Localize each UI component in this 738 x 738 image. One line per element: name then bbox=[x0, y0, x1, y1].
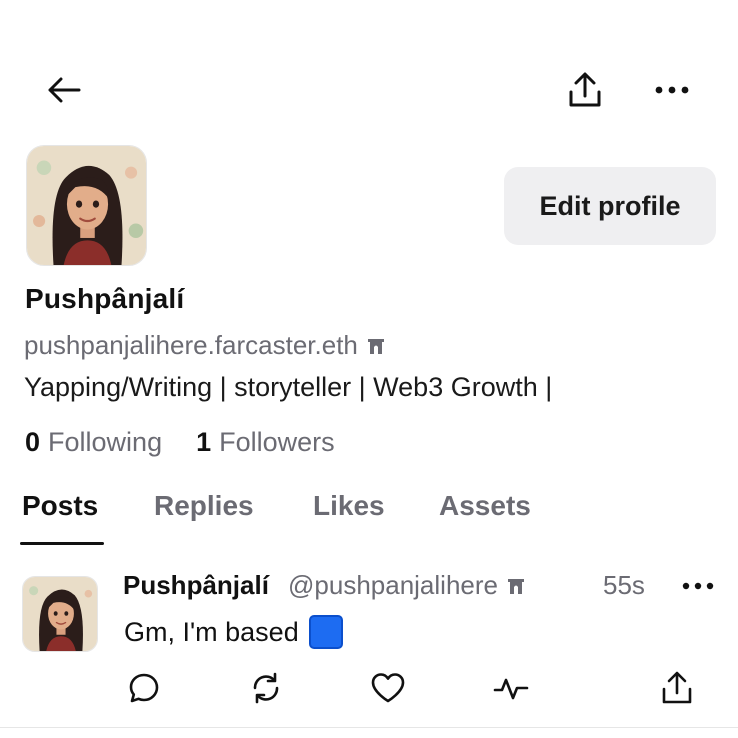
following-stat[interactable]: 0 Following bbox=[25, 427, 162, 458]
profile-tabs: Posts Replies Likes Assets bbox=[0, 490, 738, 550]
share-icon bbox=[661, 671, 693, 705]
back-button[interactable] bbox=[40, 70, 88, 110]
followers-label: Followers bbox=[219, 427, 335, 457]
tab-likes[interactable]: Likes bbox=[313, 490, 385, 522]
tab-replies[interactable]: Replies bbox=[154, 490, 254, 522]
post-author-name[interactable]: Pushpânjalí bbox=[123, 570, 269, 601]
share-profile-button[interactable] bbox=[562, 68, 608, 112]
profile-bio: Yapping/Writing | storyteller | Web3 Gro… bbox=[24, 372, 553, 402]
ellipsis-horizontal-icon bbox=[682, 582, 714, 590]
reply-button[interactable] bbox=[124, 668, 164, 708]
profile-handle[interactable]: pushpanjalihere.farcaster.eth bbox=[24, 330, 358, 361]
share-post-button[interactable] bbox=[657, 668, 697, 708]
profile-display-name: Pushpânjalí bbox=[25, 283, 185, 314]
tab-posts[interactable]: Posts bbox=[22, 490, 98, 522]
post-author-avatar[interactable] bbox=[22, 576, 98, 652]
post-text: Gm, I'm based bbox=[124, 616, 299, 647]
post-more-button[interactable] bbox=[676, 572, 720, 600]
arrow-left-icon bbox=[47, 77, 81, 103]
like-button[interactable] bbox=[368, 668, 408, 708]
active-tab-indicator bbox=[20, 542, 104, 545]
farcaster-arch-icon bbox=[506, 576, 526, 596]
following-label: Following bbox=[48, 427, 163, 457]
share-upload-icon bbox=[568, 72, 602, 108]
activity-button[interactable] bbox=[491, 668, 531, 708]
like-icon bbox=[370, 672, 406, 704]
post-divider bbox=[0, 727, 738, 728]
post-author-handle-row: @pushpanjalihere bbox=[288, 570, 526, 601]
post-body: Gm, I'm based bbox=[124, 615, 343, 649]
profile-handle-row: pushpanjalihere.farcaster.eth bbox=[24, 330, 386, 361]
reply-icon bbox=[127, 671, 161, 705]
edit-profile-button[interactable]: Edit profile bbox=[504, 167, 716, 245]
profile-stats: 0 Following 1 Followers bbox=[25, 427, 335, 458]
recast-icon bbox=[248, 671, 284, 705]
followers-count: 1 bbox=[196, 427, 212, 457]
blue-square-emoji bbox=[308, 615, 343, 649]
more-options-button[interactable] bbox=[648, 74, 696, 106]
recast-button[interactable] bbox=[246, 668, 286, 708]
post-author-handle[interactable]: @pushpanjalihere bbox=[288, 570, 498, 601]
profile-avatar[interactable] bbox=[26, 145, 147, 266]
followers-stat[interactable]: 1 Followers bbox=[196, 427, 335, 458]
activity-icon bbox=[493, 673, 529, 703]
tab-assets[interactable]: Assets bbox=[439, 490, 531, 522]
post-timestamp: 55s bbox=[603, 570, 645, 600]
ellipsis-horizontal-icon bbox=[655, 86, 689, 94]
farcaster-arch-icon bbox=[366, 336, 386, 356]
following-count: 0 bbox=[25, 427, 41, 457]
